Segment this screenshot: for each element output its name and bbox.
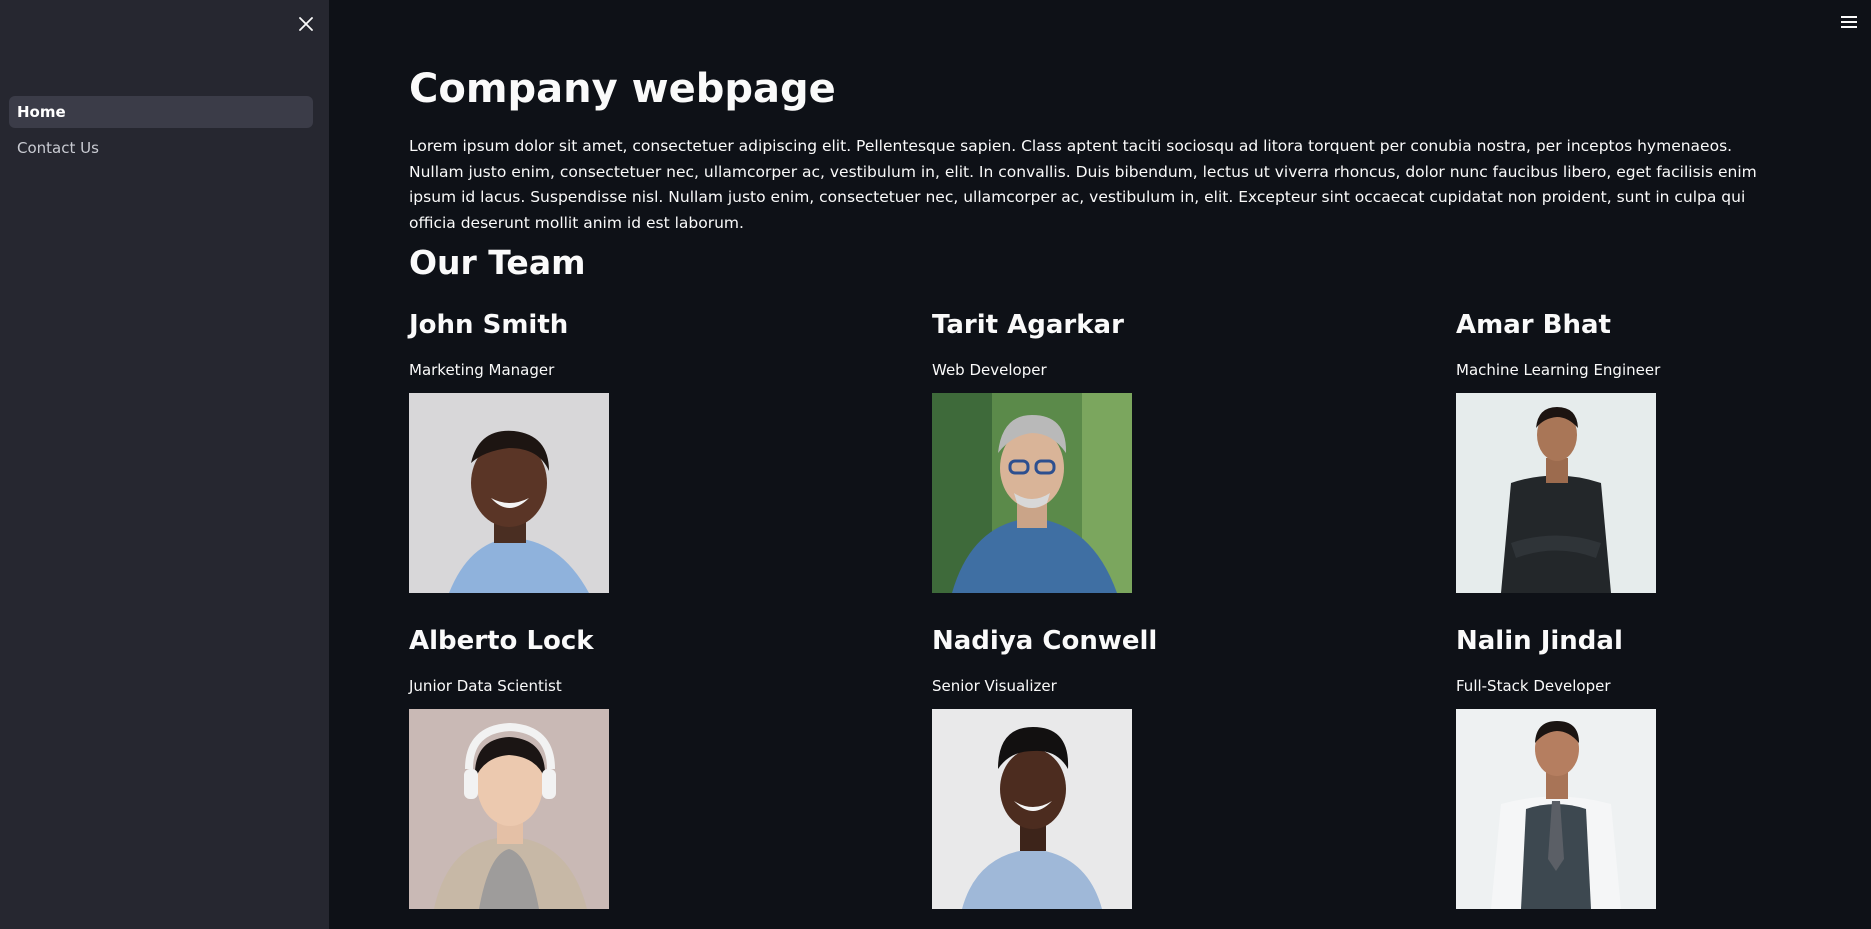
sidebar-nav: Home Contact Us xyxy=(9,96,313,168)
member-name: Amar Bhat xyxy=(1456,310,1611,340)
app-root: Home Contact Us Company webpage Lorem ip… xyxy=(0,0,1871,929)
sidebar-item-contact-us[interactable]: Contact Us xyxy=(9,132,313,164)
member-photo xyxy=(409,393,609,593)
member-name: Alberto Lock xyxy=(409,626,594,656)
page-title: Company webpage xyxy=(409,66,836,112)
member-name: Nalin Jindal xyxy=(1456,626,1623,656)
member-name: Nadiya Conwell xyxy=(932,626,1158,656)
member-role: Junior Data Scientist xyxy=(409,677,562,695)
member-photo xyxy=(932,393,1132,593)
team-section-title: Our Team xyxy=(409,243,586,282)
member-role: Web Developer xyxy=(932,361,1047,379)
member-name: Tarit Agarkar xyxy=(932,310,1124,340)
member-role: Marketing Manager xyxy=(409,361,555,379)
member-photo xyxy=(932,709,1132,909)
close-icon[interactable] xyxy=(292,10,320,38)
member-name: John Smith xyxy=(409,310,569,340)
member-photo xyxy=(409,709,609,909)
sidebar: Home Contact Us xyxy=(0,0,329,929)
member-role: Full-Stack Developer xyxy=(1456,677,1611,695)
member-photo xyxy=(1456,393,1656,593)
member-photo xyxy=(1456,709,1656,909)
member-role: Senior Visualizer xyxy=(932,677,1057,695)
sidebar-item-home[interactable]: Home xyxy=(9,96,313,128)
hamburger-menu-icon[interactable] xyxy=(1836,10,1862,34)
member-role: Machine Learning Engineer xyxy=(1456,361,1661,379)
intro-paragraph: Lorem ipsum dolor sit amet, consectetuer… xyxy=(409,137,1757,232)
